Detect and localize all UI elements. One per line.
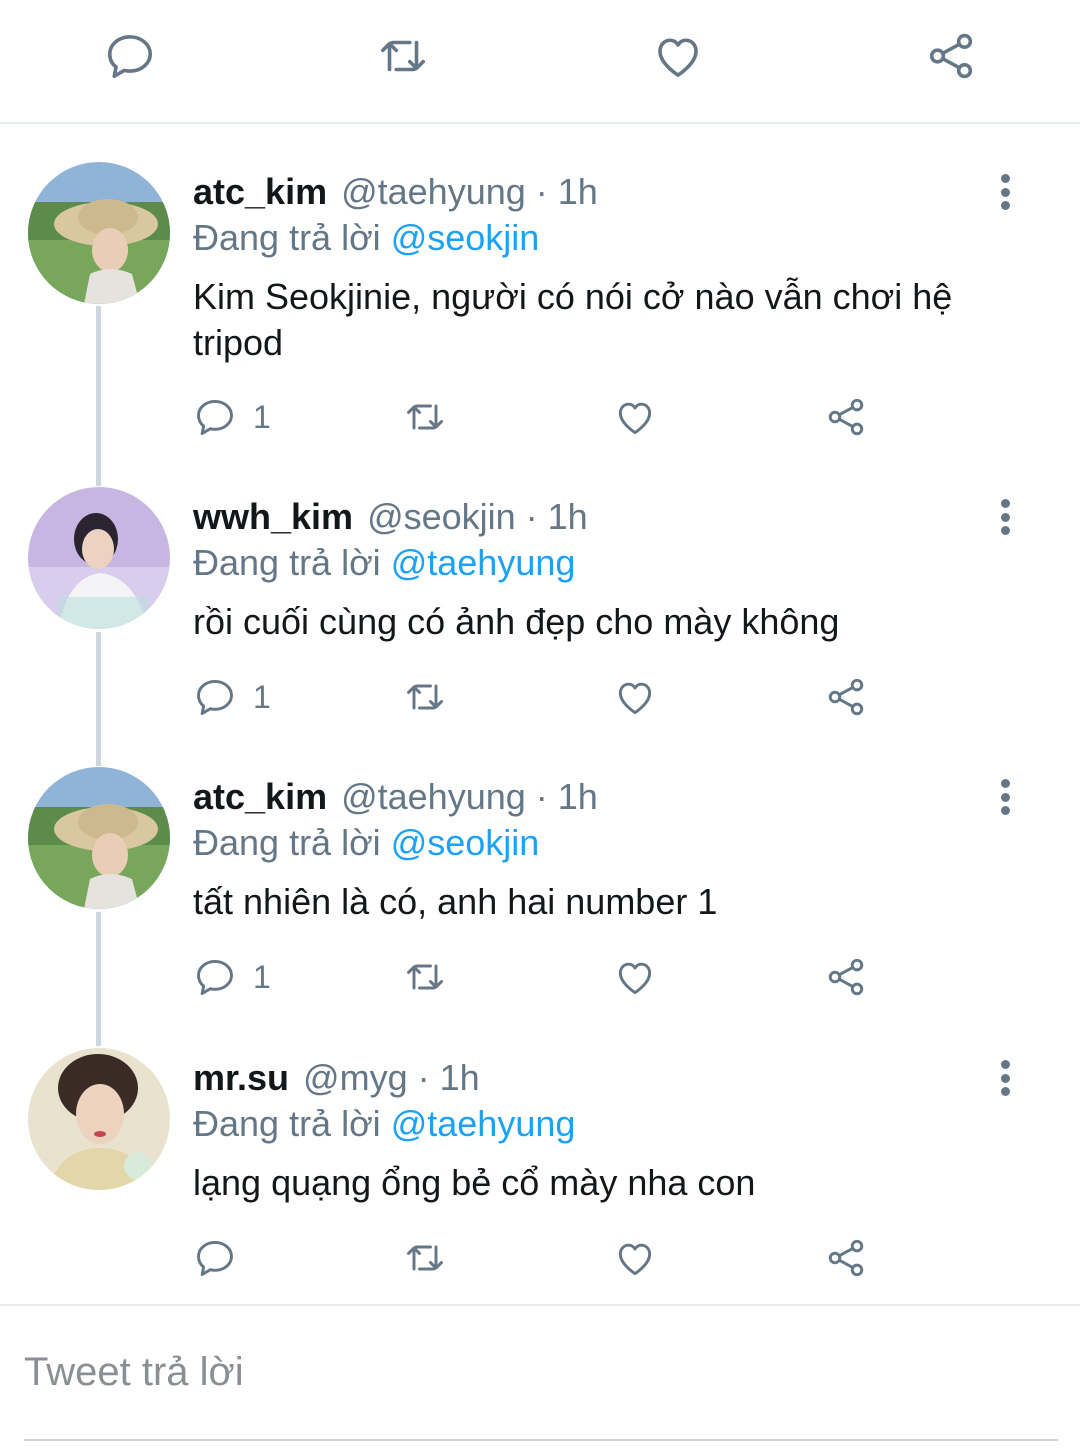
reply-icon <box>193 395 237 439</box>
reply-button[interactable]: 1 <box>193 392 271 442</box>
tweet-text: tất nhiên là có, anh hai number 1 <box>193 881 718 922</box>
replying-to: Đang trả lời @taehyung <box>193 1102 575 1146</box>
retweet-button[interactable] <box>403 672 447 722</box>
reply-input[interactable]: Tweet trả lời <box>24 1350 244 1395</box>
reply-count: 1 <box>253 678 271 715</box>
tweet[interactable]: mr.su @myg · 1h Đang trả lời @taehyung lạ… <box>0 1048 1080 1292</box>
retweet-icon <box>403 395 447 439</box>
replying-to: Đang trả lời @taehyung <box>193 541 575 585</box>
tweet-text: Kim Seokjinie, người có nói cở nào vẫn c… <box>193 276 953 363</box>
tweet-header: atc_kim @taehyung · 1h <box>193 170 598 214</box>
like-icon <box>613 675 657 719</box>
share-icon <box>824 395 868 439</box>
display-name[interactable]: atc_kim <box>193 776 327 817</box>
like-icon[interactable] <box>650 28 706 84</box>
display-name[interactable]: atc_kim <box>193 171 327 212</box>
reply-count: 1 <box>253 958 271 995</box>
like-button[interactable] <box>613 392 657 442</box>
share-button[interactable] <box>824 672 868 722</box>
tweet-actions: 1 <box>193 672 893 722</box>
like-icon <box>613 1236 657 1280</box>
retweet-icon[interactable] <box>375 28 431 84</box>
tweet-header: wwh_kim @seokjin · 1h <box>193 495 588 539</box>
display-name[interactable]: mr.su <box>193 1057 289 1098</box>
more-options-icon[interactable] <box>990 495 1020 539</box>
reply-button[interactable]: 1 <box>193 952 271 1002</box>
handle-time: @myg · 1h <box>303 1057 480 1098</box>
reply-mention-link[interactable]: @seokjin <box>391 217 540 258</box>
retweet-button[interactable] <box>403 952 447 1002</box>
reply-icon[interactable] <box>102 28 158 84</box>
like-icon <box>613 395 657 439</box>
replying-to-label: Đang trả lời <box>193 1103 381 1144</box>
share-icon <box>824 675 868 719</box>
reply-button[interactable] <box>193 1233 253 1283</box>
reply-mention-link[interactable]: @seokjin <box>391 822 540 863</box>
replying-to: Đang trả lời @seokjin <box>193 821 539 865</box>
tweet-actions: 1 <box>193 952 893 1002</box>
tweet-text: rồi cuối cùng có ảnh đẹp cho mày không <box>193 601 840 642</box>
retweet-button[interactable] <box>403 392 447 442</box>
like-button[interactable] <box>613 1233 657 1283</box>
handle-time: @seokjin · 1h <box>367 496 588 537</box>
input-underline <box>24 1439 1058 1441</box>
retweet-icon <box>403 675 447 719</box>
handle-time: @taehyung · 1h <box>341 776 598 817</box>
tweet[interactable]: atc_kim @taehyung · 1h Đang trả lời @seok… <box>0 767 1080 1031</box>
reply-mention-link[interactable]: @taehyung <box>391 542 576 583</box>
reply-icon <box>193 955 237 999</box>
tweet[interactable]: wwh_kim @seokjin · 1h Đang trả lời @taehy… <box>0 487 1080 751</box>
handle-time: @taehyung · 1h <box>341 171 598 212</box>
tweet-header: atc_kim @taehyung · 1h <box>193 775 598 819</box>
retweet-icon <box>403 1236 447 1280</box>
retweet-button[interactable] <box>403 1233 447 1283</box>
replying-to: Đang trả lời @seokjin <box>193 216 539 260</box>
share-icon <box>824 955 868 999</box>
replying-to-label: Đang trả lời <box>193 217 381 258</box>
reply-mention-link[interactable]: @taehyung <box>391 1103 576 1144</box>
more-options-icon[interactable] <box>990 1056 1020 1100</box>
tweet-actions: 1 <box>193 392 893 442</box>
more-options-icon[interactable] <box>990 775 1020 819</box>
reply-button[interactable]: 1 <box>193 672 271 722</box>
avatar[interactable] <box>28 767 170 909</box>
more-options-icon[interactable] <box>990 170 1020 214</box>
retweet-icon <box>403 955 447 999</box>
avatar[interactable] <box>28 162 170 304</box>
avatar[interactable] <box>28 1048 170 1190</box>
like-button[interactable] <box>613 672 657 722</box>
share-button[interactable] <box>824 392 868 442</box>
share-button[interactable] <box>824 952 868 1002</box>
reply-count: 1 <box>253 398 271 435</box>
replying-to-label: Đang trả lời <box>193 542 381 583</box>
tweet[interactable]: atc_kim @taehyung · 1h Đang trả lời @seok… <box>0 162 1080 466</box>
top-action-bar <box>0 0 1080 124</box>
tweet-text: lạng quạng ổng bẻ cổ mày nha con <box>193 1162 756 1203</box>
tweet-actions <box>193 1233 893 1283</box>
reply-icon <box>193 675 237 719</box>
like-button[interactable] <box>613 952 657 1002</box>
reply-compose-box[interactable]: Tweet trả lời <box>0 1304 1080 1451</box>
share-button[interactable] <box>824 1233 868 1283</box>
replying-to-label: Đang trả lời <box>193 822 381 863</box>
reply-icon <box>193 1236 237 1280</box>
display-name[interactable]: wwh_kim <box>193 496 353 537</box>
share-icon[interactable] <box>923 28 979 84</box>
tweet-header: mr.su @myg · 1h <box>193 1056 480 1100</box>
like-icon <box>613 955 657 999</box>
avatar[interactable] <box>28 487 170 629</box>
share-icon <box>824 1236 868 1280</box>
